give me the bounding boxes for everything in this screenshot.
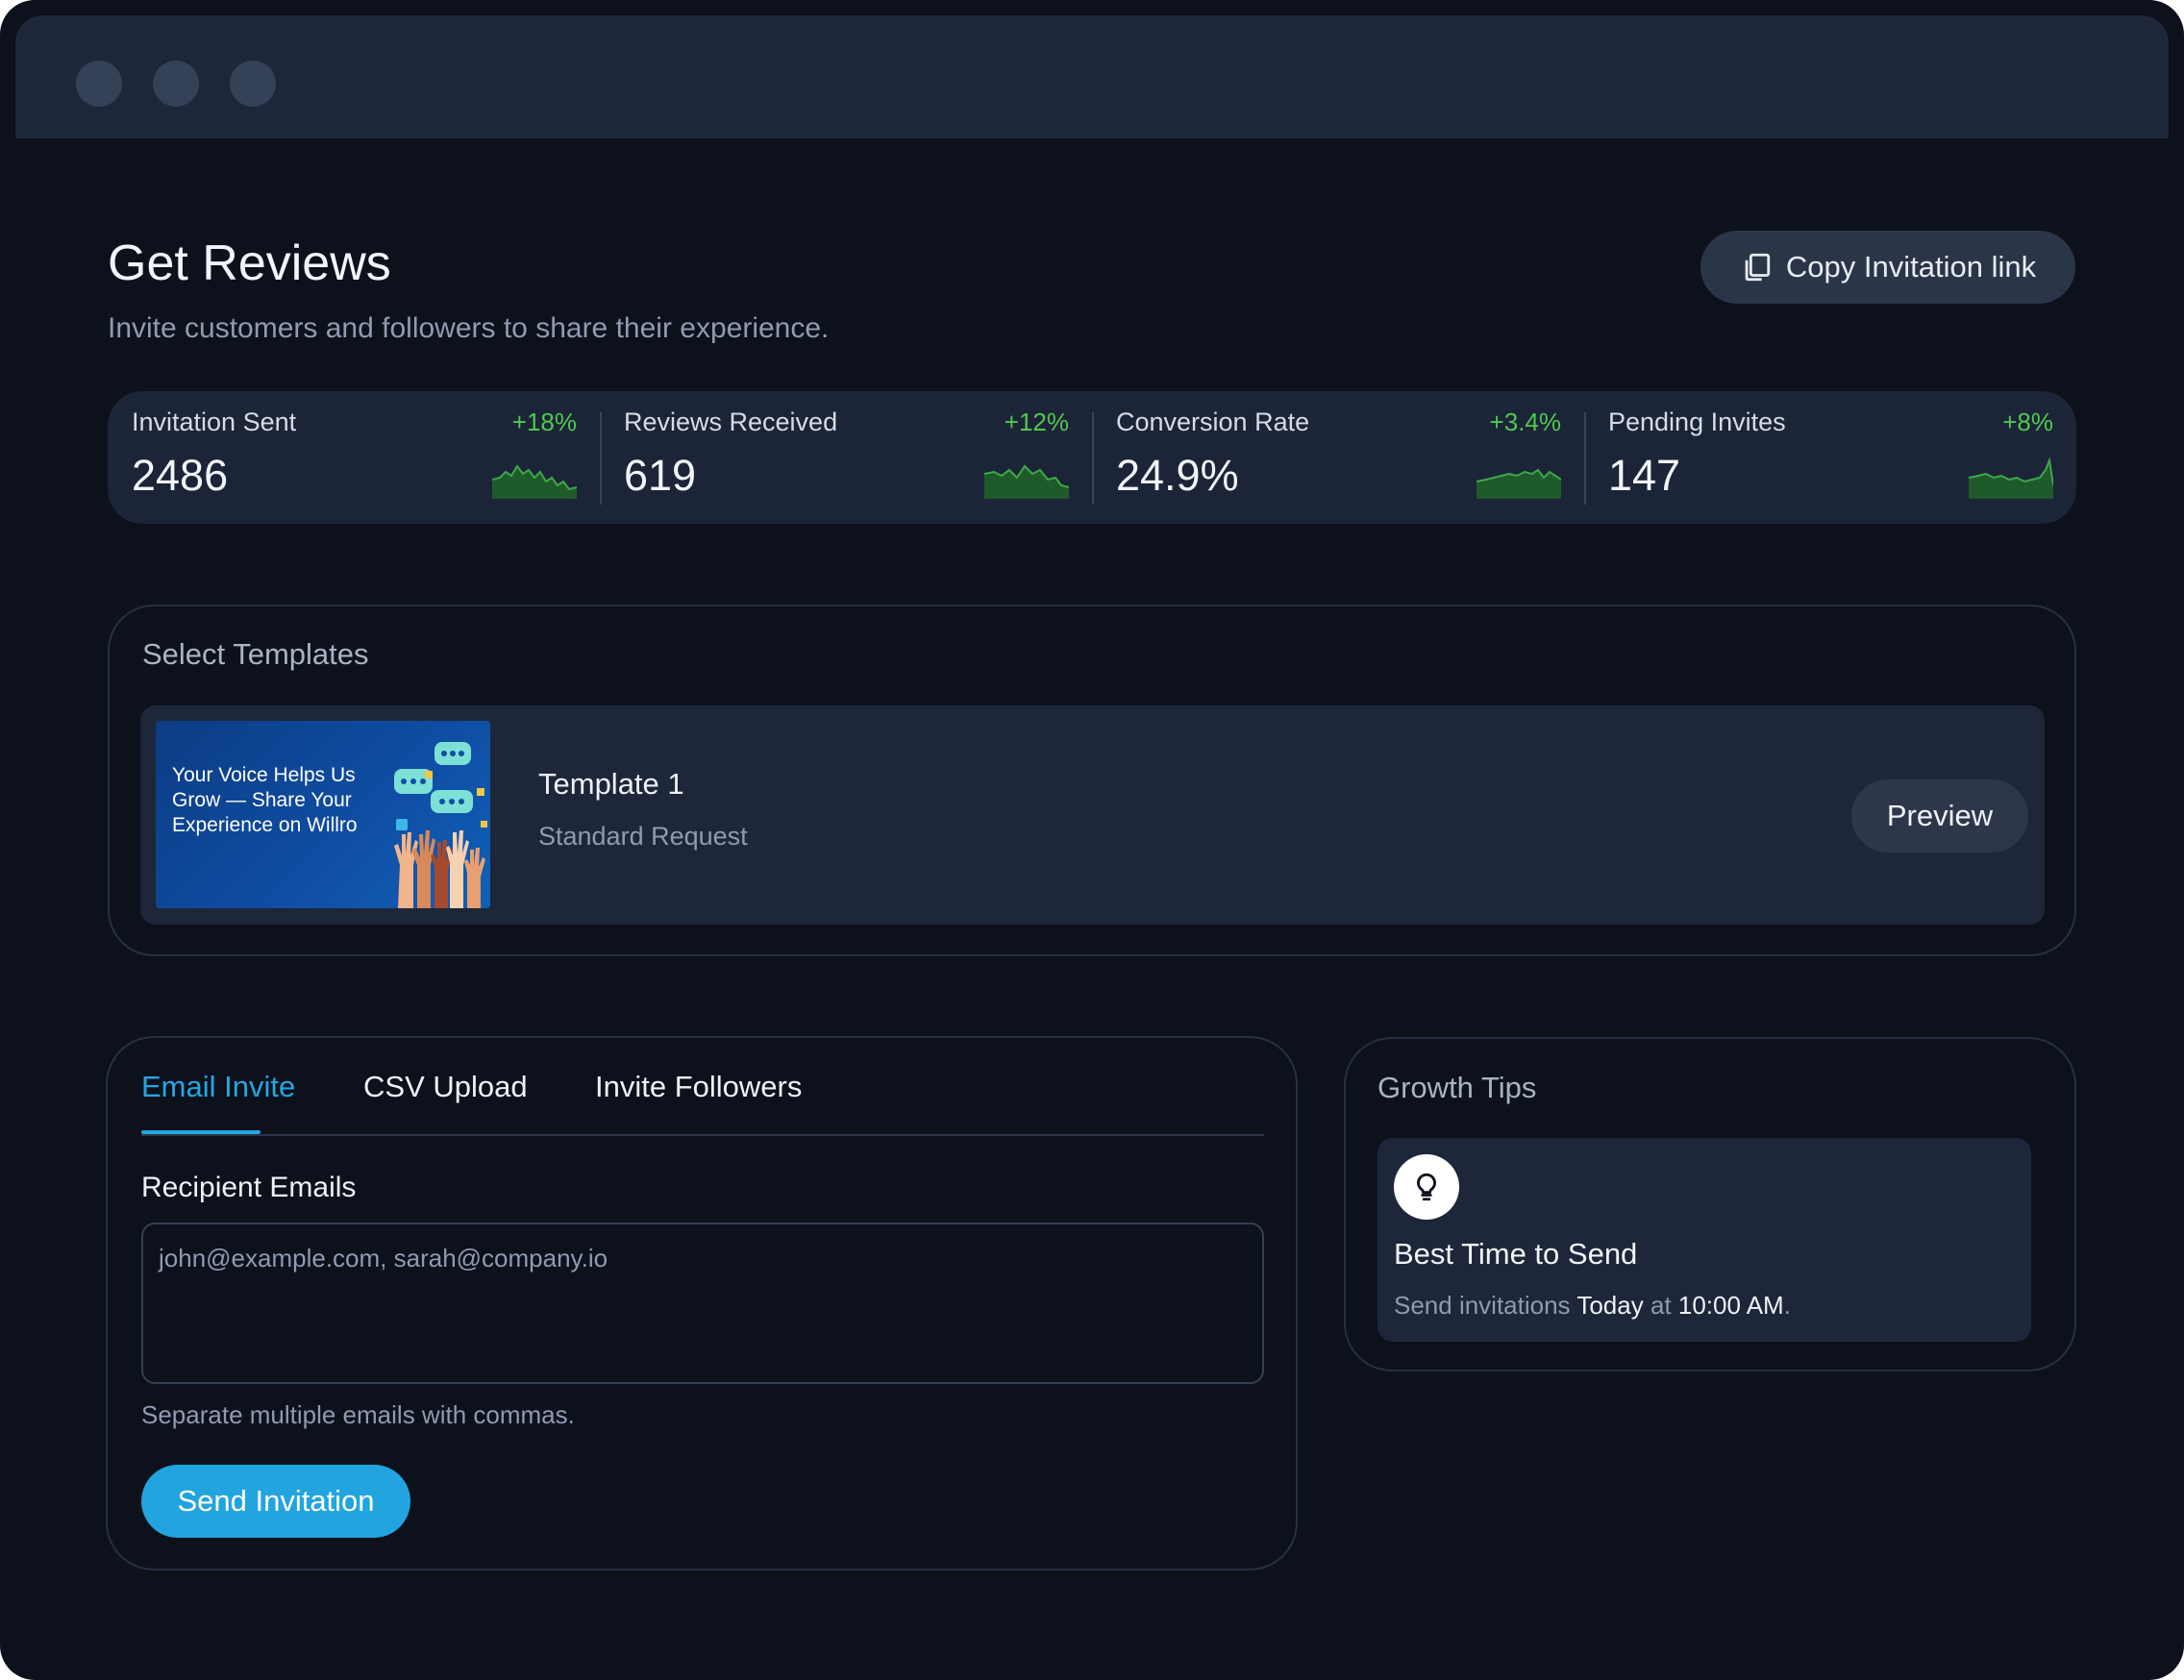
window-control-minimize[interactable] (153, 61, 199, 107)
active-tab-indicator (141, 1130, 261, 1134)
stat-change: +18% (511, 408, 577, 436)
page-title: Get Reviews (108, 235, 391, 291)
template-thumbnail-text: Your Voice Helps Us Grow — Share Your Ex… (172, 764, 358, 836)
tab-email-invite[interactable]: Email Invite (141, 1067, 295, 1107)
app-window: Get Reviews Invite customers and followe… (0, 0, 2184, 1680)
tip-body-mid: at (1643, 1291, 1678, 1320)
stat-label: Reviews Received (624, 408, 838, 436)
tab-csv-upload[interactable]: CSV Upload (363, 1067, 528, 1107)
copy-invitation-link-label: Copy Invitation link (1785, 250, 2037, 284)
stat-value: 619 (624, 451, 697, 500)
template-card[interactable]: Your Voice Helps Us Grow — Share Your Ex… (140, 705, 2045, 925)
tip-body: Send invitations Today at 10:00 AM. (1394, 1288, 1791, 1322)
lightbulb-icon (1394, 1154, 1459, 1220)
stat-value: 24.9% (1116, 451, 1239, 500)
copy-invitation-link-button[interactable]: Copy Invitation link (1700, 231, 2075, 304)
template-thumbnail: Your Voice Helps Us Grow — Share Your Ex… (156, 721, 490, 908)
template-description: Standard Request (538, 822, 748, 851)
stat-pending-invites: Pending Invites +8% 147 (1584, 391, 2076, 524)
stat-reviews-received: Reviews Received +12% 619 (600, 391, 1092, 524)
sparkline-icon (1969, 457, 2053, 499)
stat-label: Pending Invites (1608, 408, 1786, 436)
templates-panel: Select Templates Your Voice Helps Us Gro… (108, 605, 2076, 956)
growth-tips-panel: Growth Tips Best Time to Send Send invit… (1344, 1037, 2076, 1371)
tip-card: Best Time to Send Send invitations Today… (1377, 1138, 2031, 1342)
recipient-emails-hint: Separate multiple emails with commas. (141, 1400, 575, 1429)
sparkline-icon (492, 464, 577, 499)
copy-icon (1745, 253, 1771, 282)
sparkline-icon (1477, 468, 1561, 499)
window-control-maximize[interactable] (230, 61, 276, 107)
templates-section-title: Select Templates (142, 637, 369, 671)
recipient-emails-input[interactable] (141, 1223, 1264, 1384)
tip-body-time: 10:00 AM (1677, 1291, 1784, 1320)
stat-change: +8% (2002, 408, 2053, 436)
tab-invite-followers[interactable]: Invite Followers (595, 1067, 802, 1107)
stat-label: Conversion Rate (1116, 408, 1310, 436)
template-name: Template 1 (538, 767, 684, 801)
recipient-emails-label: Recipient Emails (141, 1172, 357, 1203)
tip-body-prefix: Send invitations (1394, 1291, 1577, 1320)
invite-panel: Email Invite CSV Upload Invite Followers… (106, 1036, 1298, 1570)
window-control-close[interactable] (76, 61, 122, 107)
sparkline-icon (984, 464, 1069, 499)
invite-tabs: Email Invite CSV Upload Invite Followers (141, 1067, 1264, 1136)
send-invitation-button[interactable]: Send Invitation (141, 1465, 410, 1538)
tip-body-day: Today (1576, 1291, 1644, 1320)
raised-hands-illustration (394, 742, 487, 908)
stat-invitation-sent: Invitation Sent +18% 2486 (108, 391, 600, 524)
window-titlebar (15, 15, 2169, 138)
page-subtitle: Invite customers and followers to share … (108, 312, 830, 344)
stat-change: +12% (1004, 408, 1069, 436)
tip-title: Best Time to Send (1394, 1237, 1638, 1271)
stat-value: 147 (1608, 451, 1681, 500)
tip-body-suffix: . (1783, 1291, 1791, 1320)
stat-change: +3.4% (1489, 408, 1561, 436)
preview-button[interactable]: Preview (1851, 779, 2028, 852)
stat-conversion-rate: Conversion Rate +3.4% 24.9% (1092, 391, 1584, 524)
growth-tips-title: Growth Tips (1377, 1071, 1537, 1104)
stat-value: 2486 (132, 451, 229, 500)
stats-bar: Invitation Sent +18% 2486 Reviews Receiv… (108, 391, 2076, 524)
stat-label: Invitation Sent (132, 408, 297, 436)
